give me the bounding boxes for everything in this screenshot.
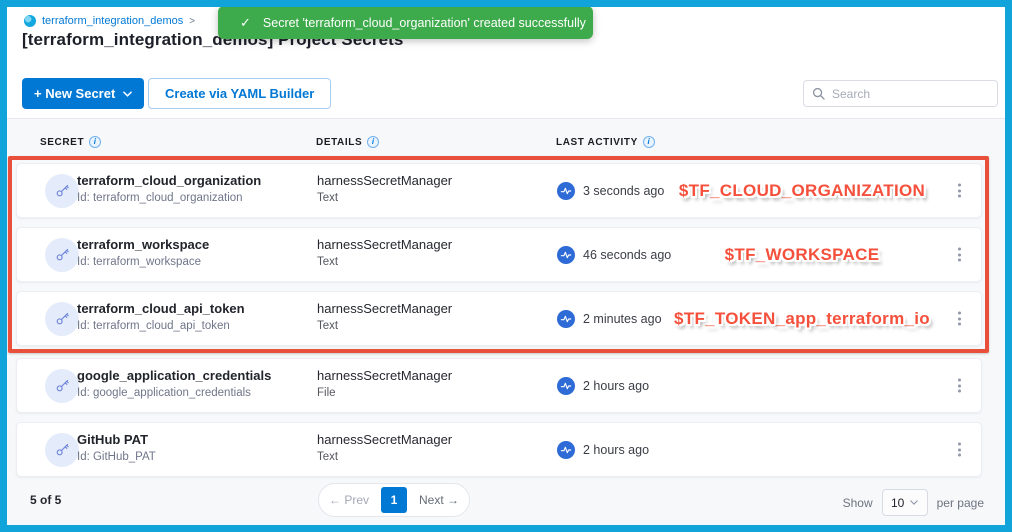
secret-cell: google_application_credentials Id: googl… [77,368,271,399]
secret-id: Id: terraform_cloud_api_token [77,320,245,332]
annotation-env-var: $TF_WORKSPACE [637,245,967,265]
row-menu-button[interactable] [950,239,969,270]
pagination: ← Prev 1 Next → [318,483,470,517]
column-header-secret: SECRET [40,136,101,148]
activity-icon [557,182,575,200]
row-menu-button[interactable] [950,370,969,401]
page-size-control: Show 10 per page [843,489,984,516]
secret-id: Id: GitHub_PAT [77,451,156,463]
secret-name: google_application_credentials [77,368,271,383]
secret-name: terraform_cloud_organization [77,173,261,188]
prev-page-button[interactable]: ← Prev [329,493,369,507]
annotation-env-var: $TF_TOKEN_app_terraform_io [637,309,967,329]
breadcrumb-project-link[interactable]: terraform_integration_demos [42,15,183,27]
row-menu-button[interactable] [950,303,969,334]
toolbar-divider [7,118,1005,119]
project-icon [24,15,36,27]
breadcrumb-separator: > [189,16,195,27]
details-cell: harnessSecretManager Text [317,301,452,332]
activity-icon [557,246,575,264]
column-header-details-label: DETAILS [316,137,362,148]
check-icon: ✓ [240,15,251,31]
secret-manager: harnessSecretManager [317,237,452,252]
secret-id: Id: terraform_workspace [77,256,209,268]
column-header-details: DETAILS [316,136,379,148]
secret-manager: harnessSecretManager [317,368,452,383]
info-icon[interactable] [643,136,655,148]
row-menu-button[interactable] [950,434,969,465]
info-icon[interactable] [89,136,101,148]
table-row[interactable]: terraform_cloud_organization Id: terrafo… [16,163,982,218]
secret-name: terraform_cloud_api_token [77,301,245,316]
table-row[interactable]: GitHub PAT Id: GitHub_PAT harnessSecretM… [16,422,982,477]
secret-name: GitHub PAT [77,432,156,447]
secret-manager: harnessSecretManager [317,173,452,188]
details-cell: harnessSecretManager Text [317,237,452,268]
column-header-last-activity: LAST ACTIVITY [556,136,655,148]
search-input[interactable] [832,87,989,101]
activity-icon [557,377,575,395]
secret-id: Id: terraform_cloud_organization [77,192,261,204]
secret-id: Id: google_application_credentials [77,387,271,399]
secret-type: Text [317,192,452,204]
show-label: Show [843,496,873,510]
column-header-secret-label: SECRET [40,137,84,148]
table-row[interactable]: google_application_credentials Id: googl… [16,358,982,413]
table-row[interactable]: terraform_workspace Id: terraform_worksp… [16,227,982,282]
secret-key-icon [45,238,79,272]
row-count: 5 of 5 [30,493,61,507]
secret-type: Text [317,320,452,332]
create-yaml-builder-button[interactable]: Create via YAML Builder [148,78,331,109]
activity-cell: 2 hours ago [557,441,649,459]
app-window: terraform_integration_demos > [terraform… [0,0,1012,532]
search-icon [812,87,825,100]
secret-name: terraform_workspace [77,237,209,252]
secret-key-icon [45,302,79,336]
secret-type: Text [317,451,452,463]
details-cell: harnessSecretManager Text [317,432,452,463]
per-page-label: per page [937,496,984,510]
secret-cell: terraform_cloud_api_token Id: terraform_… [77,301,245,332]
annotation-env-var: $TF_CLOUD_ORGANIZATION [637,181,967,201]
secret-manager: harnessSecretManager [317,301,452,316]
row-menu-button[interactable] [950,175,969,206]
secret-cell: terraform_workspace Id: terraform_worksp… [77,237,209,268]
secret-key-icon [45,174,79,208]
last-activity: 2 hours ago [583,443,649,457]
success-toast: ✓ Secret 'terraform_cloud_organization' … [218,6,593,39]
activity-cell: 2 hours ago [557,377,649,395]
search-box[interactable] [803,80,998,107]
chevron-down-icon [910,500,918,505]
last-activity: 2 hours ago [583,379,649,393]
breadcrumb[interactable]: terraform_integration_demos > [24,15,195,27]
secret-type: File [317,387,452,399]
new-secret-button[interactable]: + New Secret [22,78,144,109]
current-page-button[interactable]: 1 [381,487,407,513]
secret-key-icon [45,369,79,403]
secret-manager: harnessSecretManager [317,432,452,447]
chevron-down-icon [123,91,132,97]
activity-icon [557,441,575,459]
new-secret-label: + New Secret [34,86,115,101]
table-row[interactable]: terraform_cloud_api_token Id: terraform_… [16,291,982,346]
next-page-button[interactable]: Next → [419,493,459,507]
secret-cell: GitHub PAT Id: GitHub_PAT [77,432,156,463]
column-header-last-activity-label: LAST ACTIVITY [556,137,638,148]
details-cell: harnessSecretManager Text [317,173,452,204]
secret-key-icon [45,433,79,467]
page-size-select[interactable]: 10 [882,489,928,516]
details-cell: harnessSecretManager File [317,368,452,399]
page-size-value: 10 [891,496,904,510]
table-header: SECRET DETAILS LAST ACTIVITY [16,136,996,156]
toast-message: Secret 'terraform_cloud_organization' cr… [263,16,586,30]
secret-cell: terraform_cloud_organization Id: terrafo… [77,173,261,204]
activity-icon [557,310,575,328]
info-icon[interactable] [367,136,379,148]
secret-type: Text [317,256,452,268]
